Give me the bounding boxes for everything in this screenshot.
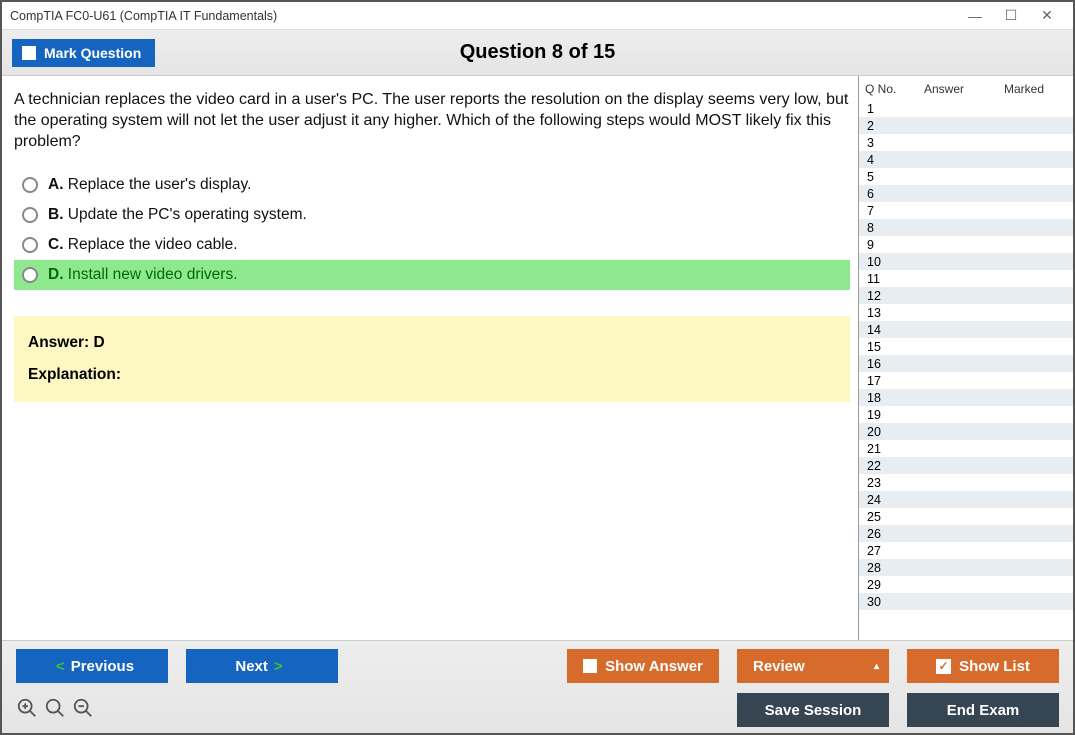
option-label: C. Replace the video cable. <box>48 236 238 254</box>
nav-header-qno: Q No. <box>865 82 909 96</box>
nav-row[interactable]: 23 <box>859 474 1073 491</box>
review-button[interactable]: Review <box>737 649 889 683</box>
close-button[interactable]: ✕ <box>1029 4 1065 28</box>
save-session-label: Save Session <box>765 702 862 719</box>
bottom-bar: < Previous Next > Show Answer Review ✓ S… <box>2 640 1073 733</box>
answer-line: Answer: D <box>28 334 836 352</box>
zoom-reset-icon[interactable] <box>44 697 66 724</box>
nav-row[interactable]: 17 <box>859 372 1073 389</box>
nav-row[interactable]: 21 <box>859 440 1073 457</box>
window-title: CompTIA FC0-U61 (CompTIA IT Fundamentals… <box>10 9 277 23</box>
chevron-right-icon: > <box>274 658 283 675</box>
nav-row[interactable]: 18 <box>859 389 1073 406</box>
nav-row[interactable]: 20 <box>859 423 1073 440</box>
radio-icon <box>22 267 38 283</box>
nav-row[interactable]: 24 <box>859 491 1073 508</box>
nav-row[interactable]: 30 <box>859 593 1073 610</box>
checkbox-checked-icon: ✓ <box>936 659 951 674</box>
radio-icon <box>22 207 38 223</box>
show-list-button[interactable]: ✓ Show List <box>907 649 1059 683</box>
toolbar: Mark Question Question 8 of 15 <box>2 30 1073 76</box>
nav-row[interactable]: 13 <box>859 304 1073 321</box>
radio-icon <box>22 237 38 253</box>
option-label: A. Replace the user's display. <box>48 176 251 194</box>
app-window: CompTIA FC0-U61 (CompTIA IT Fundamentals… <box>0 0 1075 735</box>
end-exam-label: End Exam <box>947 702 1020 719</box>
question-header: Question 8 of 15 <box>460 41 616 64</box>
show-answer-label: Show Answer <box>605 658 703 675</box>
show-answer-button[interactable]: Show Answer <box>567 649 719 683</box>
zoom-in-icon[interactable] <box>16 697 38 724</box>
question-nav-panel: Q No. Answer Marked 12345678910111213141… <box>858 76 1073 640</box>
nav-row[interactable]: 7 <box>859 202 1073 219</box>
nav-row[interactable]: 14 <box>859 321 1073 338</box>
nav-row[interactable]: 8 <box>859 219 1073 236</box>
radio-icon <box>22 177 38 193</box>
show-list-label: Show List <box>959 658 1030 675</box>
nav-row[interactable]: 27 <box>859 542 1073 559</box>
explanation-label: Explanation: <box>28 366 836 384</box>
nav-row[interactable]: 2 <box>859 117 1073 134</box>
nav-row[interactable]: 6 <box>859 185 1073 202</box>
nav-row[interactable]: 25 <box>859 508 1073 525</box>
nav-list[interactable]: 1234567891011121314151617181920212223242… <box>859 100 1073 640</box>
next-button[interactable]: Next > <box>186 649 338 683</box>
save-session-button[interactable]: Save Session <box>737 693 889 727</box>
nav-row[interactable]: 28 <box>859 559 1073 576</box>
nav-header: Q No. Answer Marked <box>859 76 1073 100</box>
checkbox-icon <box>583 659 597 673</box>
nav-row[interactable]: 3 <box>859 134 1073 151</box>
option-B[interactable]: B. Update the PC's operating system. <box>14 200 850 230</box>
nav-header-answer: Answer <box>909 82 979 96</box>
nav-row[interactable]: 26 <box>859 525 1073 542</box>
mark-question-label: Mark Question <box>44 45 141 61</box>
nav-row[interactable]: 12 <box>859 287 1073 304</box>
nav-row[interactable]: 16 <box>859 355 1073 372</box>
nav-row[interactable]: 5 <box>859 168 1073 185</box>
zoom-out-icon[interactable] <box>72 697 94 724</box>
mark-question-button[interactable]: Mark Question <box>12 39 155 67</box>
titlebar: CompTIA FC0-U61 (CompTIA IT Fundamentals… <box>2 2 1073 30</box>
option-C[interactable]: C. Replace the video cable. <box>14 230 850 260</box>
review-label: Review <box>753 658 805 675</box>
main-column: A technician replaces the video card in … <box>2 76 858 640</box>
option-A[interactable]: A. Replace the user's display. <box>14 170 850 200</box>
question-text: A technician replaces the video card in … <box>14 90 850 152</box>
nav-row[interactable]: 4 <box>859 151 1073 168</box>
nav-row[interactable]: 15 <box>859 338 1073 355</box>
checkbox-icon <box>22 46 36 60</box>
end-exam-button[interactable]: End Exam <box>907 693 1059 727</box>
nav-header-marked: Marked <box>979 82 1069 96</box>
previous-label: Previous <box>71 658 134 675</box>
answer-box: Answer: D Explanation: <box>14 316 850 402</box>
option-label: B. Update the PC's operating system. <box>48 206 307 224</box>
zoom-controls <box>16 697 94 724</box>
previous-button[interactable]: < Previous <box>16 649 168 683</box>
nav-row[interactable]: 19 <box>859 406 1073 423</box>
option-label: D. Install new video drivers. <box>48 266 238 284</box>
nav-row[interactable]: 29 <box>859 576 1073 593</box>
nav-row[interactable]: 11 <box>859 270 1073 287</box>
nav-row[interactable]: 9 <box>859 236 1073 253</box>
nav-row[interactable]: 1 <box>859 100 1073 117</box>
body-area: A technician replaces the video card in … <box>2 76 1073 640</box>
maximize-button[interactable]: ☐ <box>993 4 1029 28</box>
minimize-button[interactable]: — <box>957 4 993 28</box>
nav-row[interactable]: 10 <box>859 253 1073 270</box>
next-label: Next <box>235 658 268 675</box>
option-D[interactable]: D. Install new video drivers. <box>14 260 850 290</box>
options-list: A. Replace the user's display. B. Update … <box>14 170 850 290</box>
nav-row[interactable]: 22 <box>859 457 1073 474</box>
chevron-left-icon: < <box>56 658 65 675</box>
